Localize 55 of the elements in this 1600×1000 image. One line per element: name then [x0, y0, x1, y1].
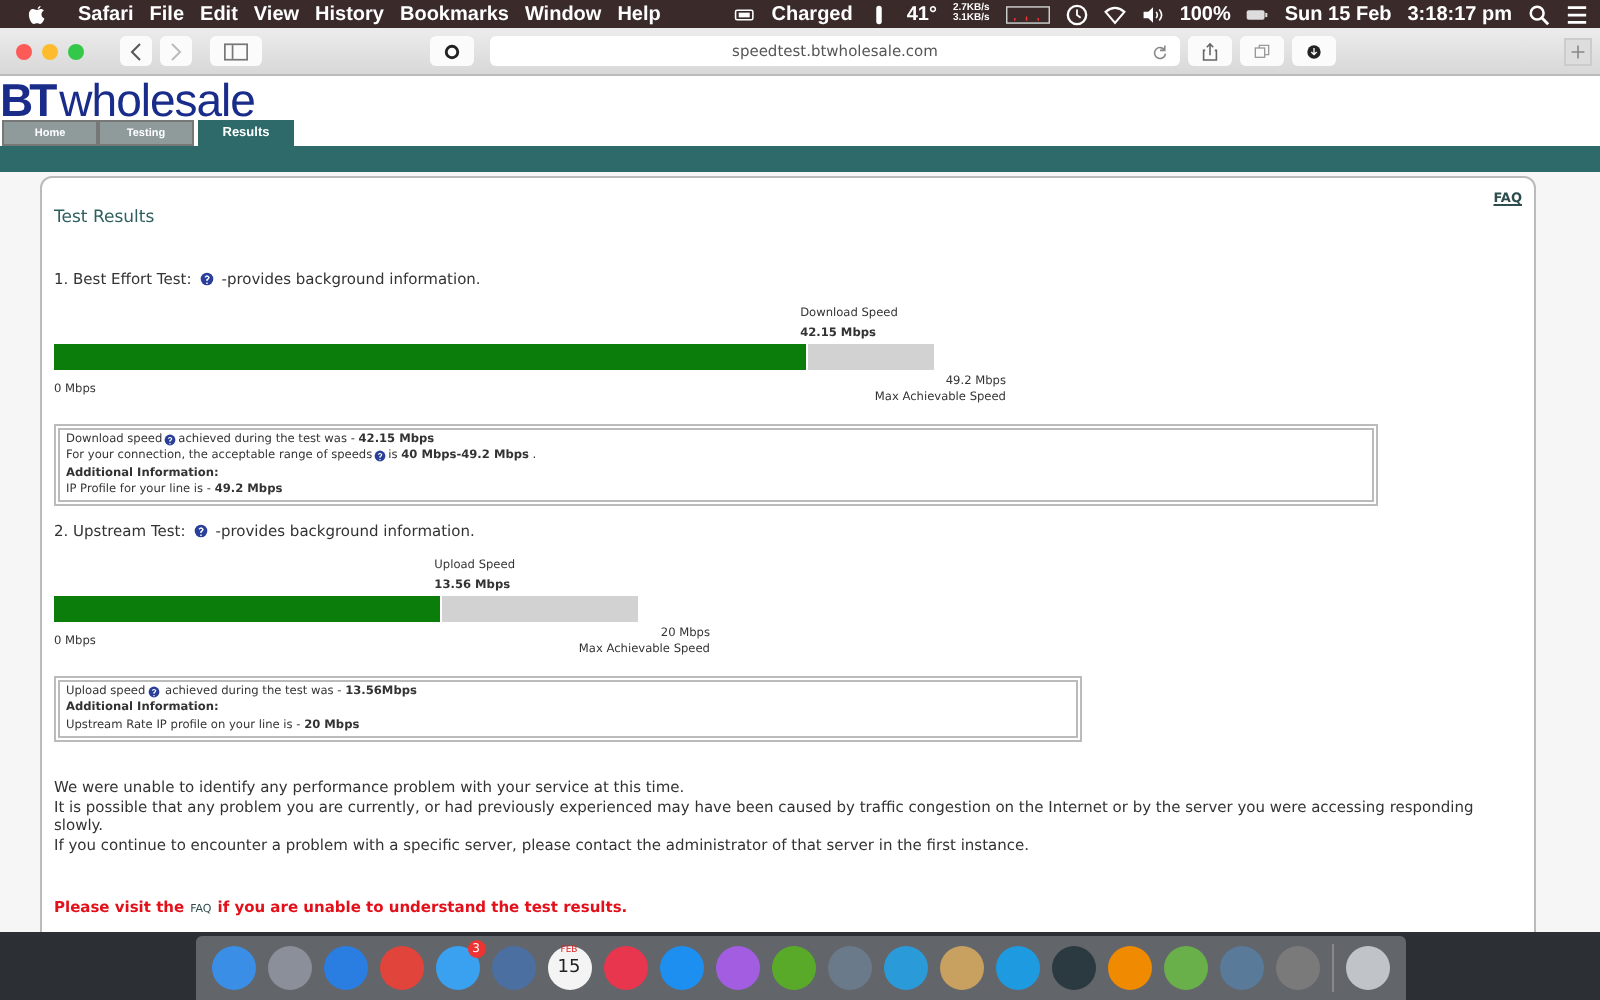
- menu-item[interactable]: Window: [524, 3, 602, 25]
- temperature[interactable]: 41°: [906, 3, 937, 25]
- time[interactable]: 3:18:17 pm: [1407, 3, 1512, 25]
- app-icon[interactable]: [211, 946, 255, 990]
- download-button[interactable]: [1292, 36, 1336, 66]
- volume-icon[interactable]: [1141, 3, 1164, 25]
- menu-item[interactable]: Bookmarks: [399, 3, 509, 25]
- download-icon: [1306, 41, 1322, 61]
- wifi-icon[interactable]: [1103, 3, 1126, 25]
- search-icon[interactable]: [1528, 3, 1550, 25]
- app-icon[interactable]: [659, 946, 703, 990]
- share-icon: [1202, 41, 1218, 61]
- tabs-icon: [1254, 41, 1270, 61]
- menu-item[interactable]: History: [315, 3, 384, 25]
- app-icon[interactable]: [267, 946, 311, 990]
- menu-item[interactable]: View: [253, 3, 300, 25]
- window-controls-icon[interactable]: [16, 43, 84, 59]
- cpu-graph-icon[interactable]: [1005, 3, 1050, 25]
- info-icon[interactable]: [374, 450, 387, 463]
- info-icon[interactable]: [193, 524, 208, 539]
- new-tab-button[interactable]: [1564, 37, 1592, 65]
- chevron-right-icon: [168, 41, 184, 61]
- app-icon[interactable]: [1051, 946, 1095, 990]
- reload-icon[interactable]: [1152, 43, 1168, 59]
- calendar-day: 15: [557, 958, 581, 980]
- ring-icon: [444, 41, 460, 61]
- battery-status[interactable]: Charged: [771, 3, 853, 25]
- app-icon[interactable]: [883, 946, 927, 990]
- app-icon[interactable]: [1163, 946, 1207, 990]
- app-icon[interactable]: [1345, 946, 1389, 990]
- app-icon[interactable]: [995, 946, 1039, 990]
- chevron-left-icon: [128, 41, 144, 61]
- extension-button[interactable]: [430, 36, 474, 66]
- apple-icon[interactable]: [28, 3, 46, 25]
- info-icon[interactable]: [199, 272, 214, 286]
- menu-item[interactable]: Edit: [200, 3, 238, 25]
- menu-item[interactable]: File: [149, 3, 185, 25]
- app-icon[interactable]: [771, 946, 815, 990]
- sidebar-icon: [224, 41, 248, 61]
- info-icon[interactable]: [147, 686, 160, 699]
- info-icon[interactable]: [164, 434, 177, 447]
- logo[interactable]: BTwholesale: [0, 76, 1600, 120]
- plus-icon: [1570, 43, 1586, 59]
- app-icon[interactable]: [939, 946, 983, 990]
- clock-icon[interactable]: [1065, 3, 1088, 25]
- menu-item[interactable]: Help: [617, 3, 661, 25]
- app-icon[interactable]: [1107, 946, 1151, 990]
- list-icon[interactable]: [1566, 3, 1588, 25]
- back-button[interactable]: [120, 36, 152, 66]
- menu-item[interactable]: Safari: [78, 3, 134, 25]
- date[interactable]: Sun 15 Feb: [1284, 3, 1392, 25]
- sidebar-button[interactable]: [210, 36, 262, 66]
- battery-percentage[interactable]: 100%: [1179, 3, 1231, 25]
- panel-title: Test Results: [54, 208, 155, 228]
- share-button[interactable]: [1188, 36, 1232, 66]
